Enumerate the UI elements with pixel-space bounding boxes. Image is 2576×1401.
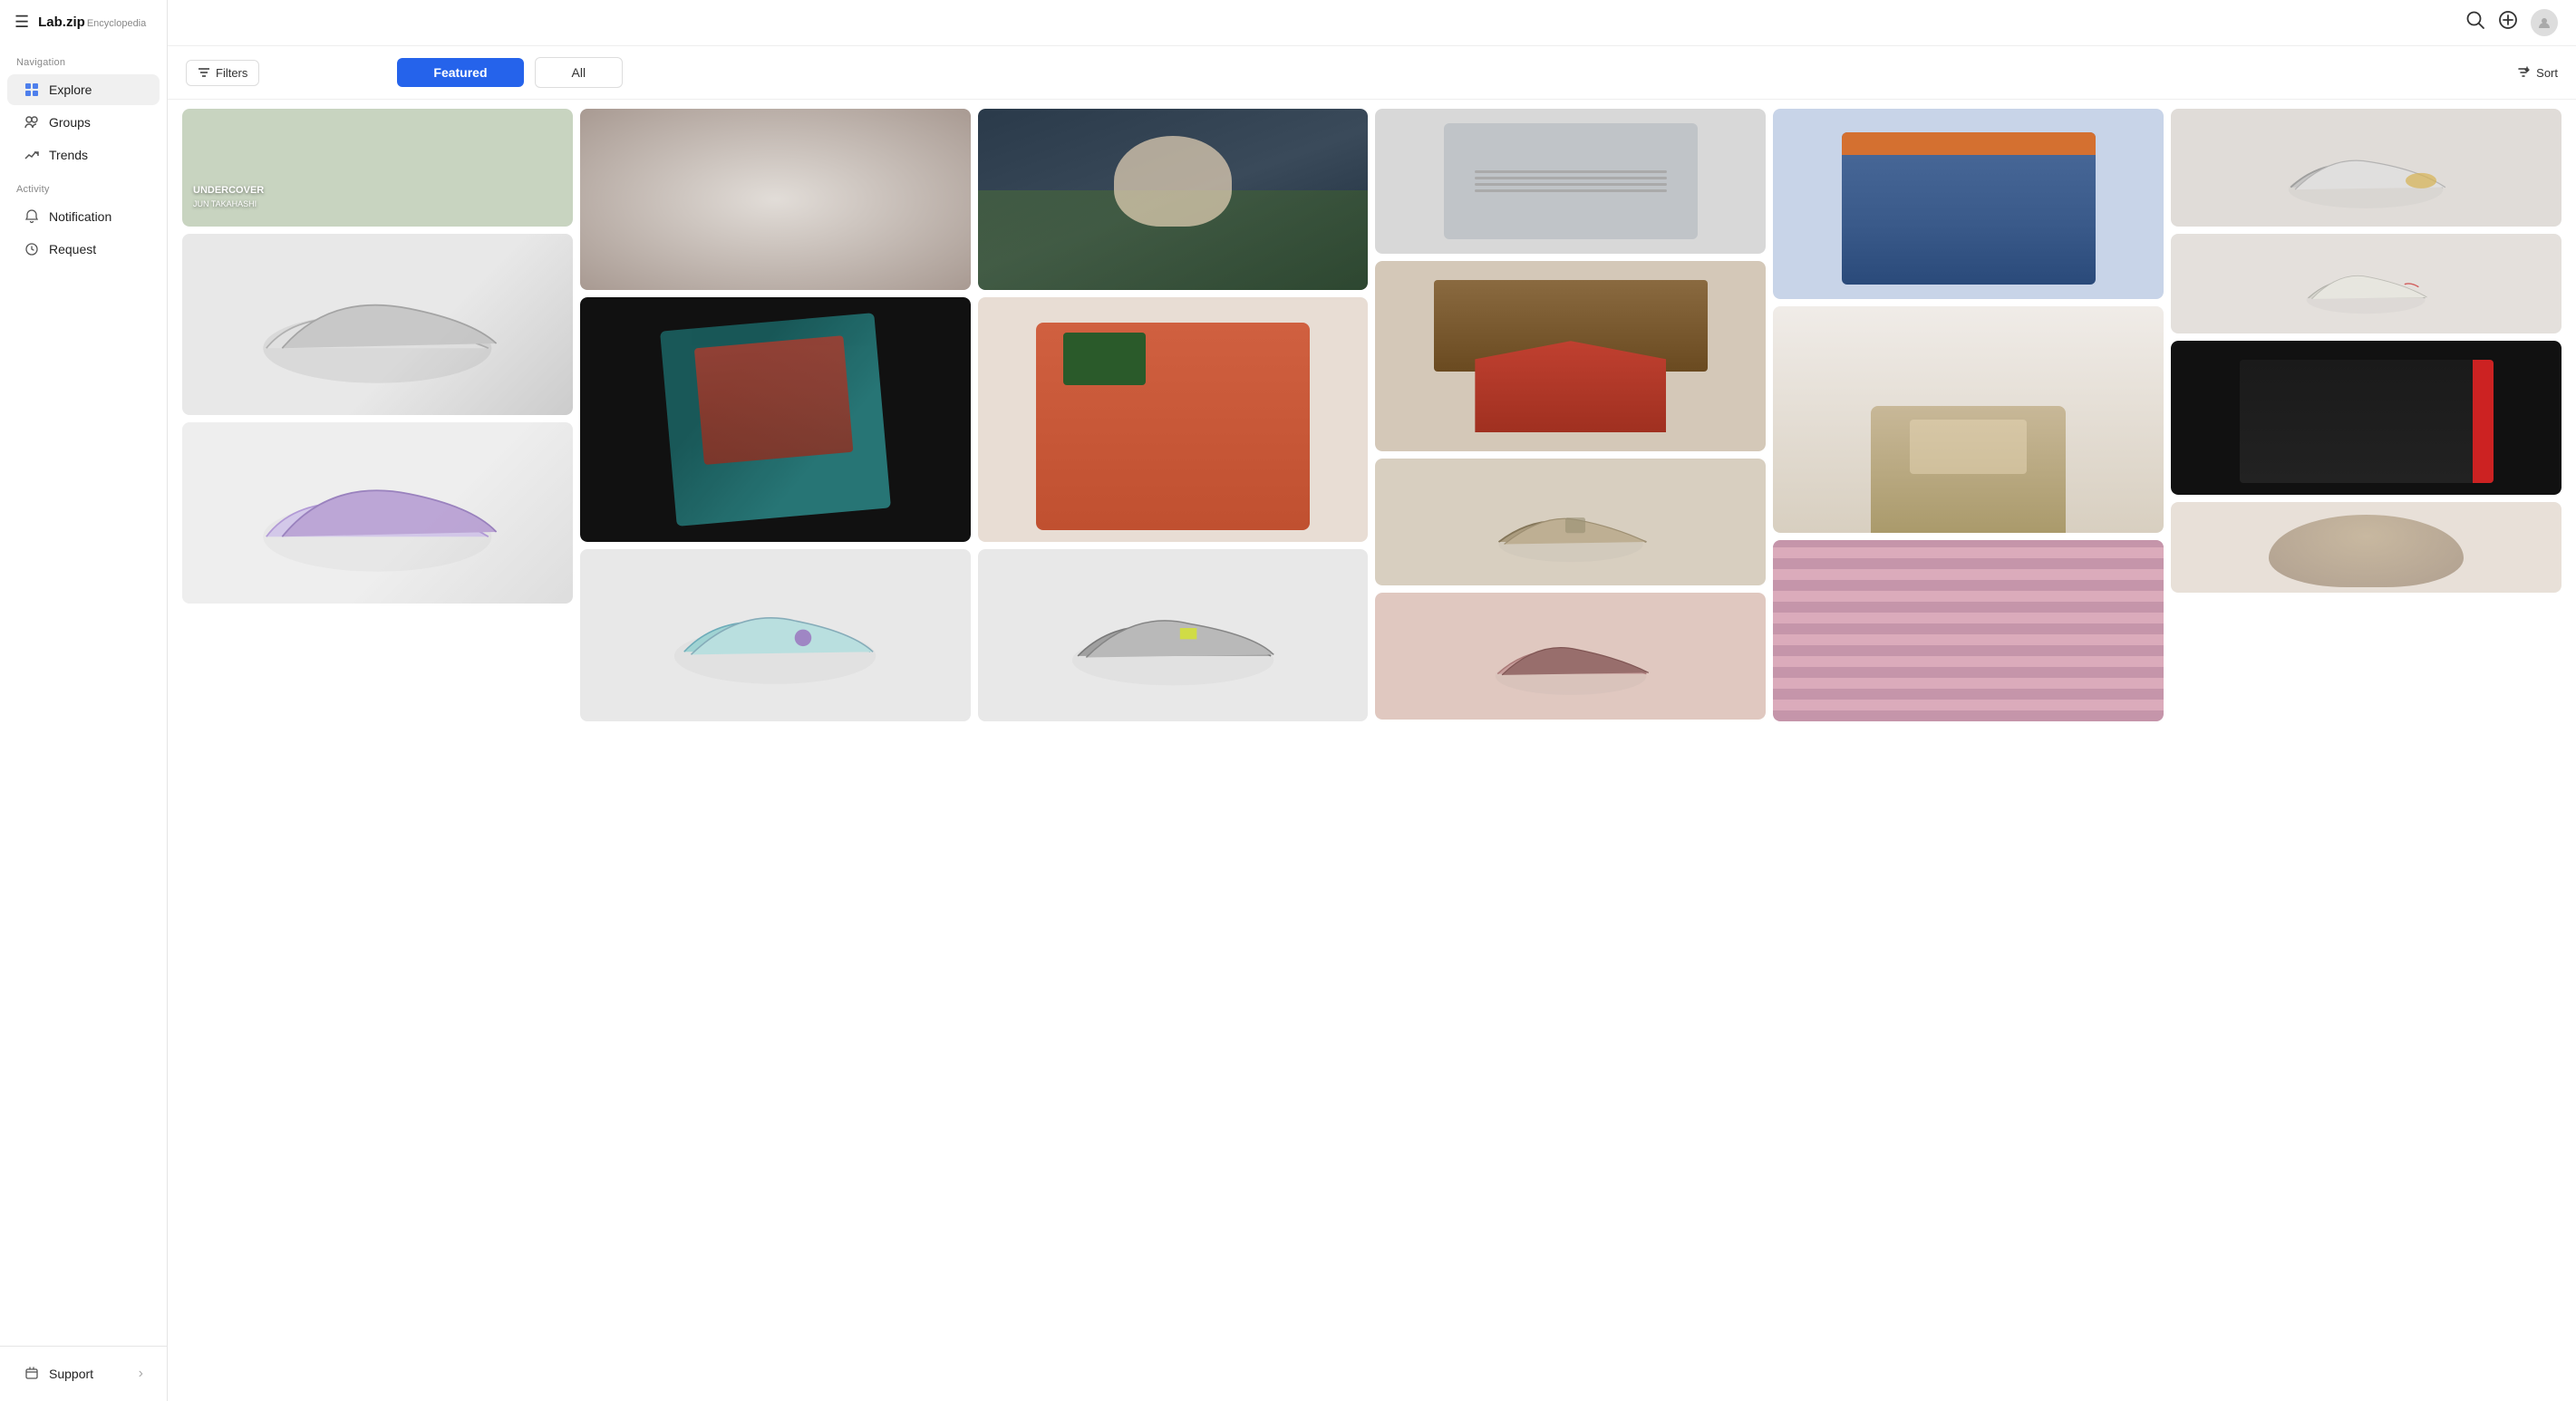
- featured-tab[interactable]: Featured: [397, 58, 523, 87]
- grid-item-17[interactable]: [1375, 593, 1766, 720]
- filters-button[interactable]: Filters: [186, 60, 259, 86]
- activity-section-label: Activity: [0, 171, 167, 200]
- sidebar-item-trends[interactable]: Trends: [7, 140, 160, 170]
- trends-icon: [24, 147, 40, 163]
- grid-item-5[interactable]: [1773, 109, 2164, 299]
- sidebar: ☰ Lab.zipEncyclopedia Navigation Explore: [0, 0, 168, 1401]
- all-tab[interactable]: All: [535, 57, 624, 88]
- trends-label: Trends: [49, 148, 88, 162]
- logo: Lab.zipEncyclopedia: [38, 14, 146, 31]
- grid-item-14[interactable]: [580, 109, 971, 290]
- grid-item-6[interactable]: [2171, 109, 2561, 227]
- menu-icon[interactable]: ☰: [15, 13, 29, 32]
- grid-item-7[interactable]: [182, 234, 573, 415]
- grid-item-8[interactable]: [580, 549, 971, 721]
- grid-item-20[interactable]: [2171, 502, 2561, 593]
- grid-container: UNDERCOVERJUN TAKAHASHI: [168, 100, 2576, 1401]
- grid-item-10[interactable]: [1375, 459, 1766, 585]
- grid-item-15[interactable]: [978, 109, 1369, 290]
- sidebar-item-explore[interactable]: Explore: [7, 74, 160, 105]
- grid-item-19[interactable]: [2171, 341, 2561, 495]
- sidebar-header: ☰ Lab.zipEncyclopedia: [0, 0, 167, 44]
- main-content: Filters Featured All Sort UNDERCOVERJUN …: [168, 0, 2576, 1401]
- sidebar-item-support[interactable]: Support ›: [7, 1358, 160, 1389]
- request-label: Request: [49, 242, 96, 256]
- support-label: Support: [49, 1367, 93, 1381]
- grid-item-18[interactable]: [1773, 540, 2164, 721]
- grid-item-12[interactable]: [2171, 234, 2561, 333]
- grid-item-16[interactable]: [1375, 109, 1766, 254]
- groups-icon: [24, 114, 40, 130]
- request-icon: [24, 241, 40, 257]
- filter-bar: Filters Featured All Sort: [168, 46, 2576, 100]
- bell-icon: [24, 208, 40, 225]
- top-bar: [168, 0, 2576, 46]
- sidebar-item-request[interactable]: Request: [7, 234, 160, 265]
- grid-item-3[interactable]: [978, 297, 1369, 542]
- support-icon: [24, 1366, 40, 1382]
- grid-item-13[interactable]: [182, 422, 573, 604]
- grid-item-2[interactable]: [580, 297, 971, 542]
- grid-item-9[interactable]: [978, 549, 1369, 721]
- groups-label: Groups: [49, 115, 91, 130]
- grid-item-1[interactable]: UNDERCOVERJUN TAKAHASHI: [182, 109, 573, 227]
- sidebar-item-groups[interactable]: Groups: [7, 107, 160, 138]
- support-arrow: ›: [139, 1366, 143, 1382]
- masonry-grid: UNDERCOVERJUN TAKAHASHI: [182, 109, 2561, 721]
- grid-item-4[interactable]: [1375, 261, 1766, 451]
- add-icon[interactable]: [2498, 10, 2518, 35]
- notification-label: Notification: [49, 209, 111, 224]
- sidebar-bottom: Support ›: [0, 1346, 167, 1401]
- avatar[interactable]: [2531, 9, 2558, 36]
- sidebar-item-notification[interactable]: Notification: [7, 201, 160, 232]
- grid-item-11[interactable]: [1773, 306, 2164, 533]
- explore-icon: [24, 82, 40, 98]
- sort-button[interactable]: Sort: [2516, 65, 2558, 80]
- search-icon[interactable]: [2465, 10, 2485, 35]
- nav-section-label: Navigation: [0, 44, 167, 73]
- explore-label: Explore: [49, 82, 92, 97]
